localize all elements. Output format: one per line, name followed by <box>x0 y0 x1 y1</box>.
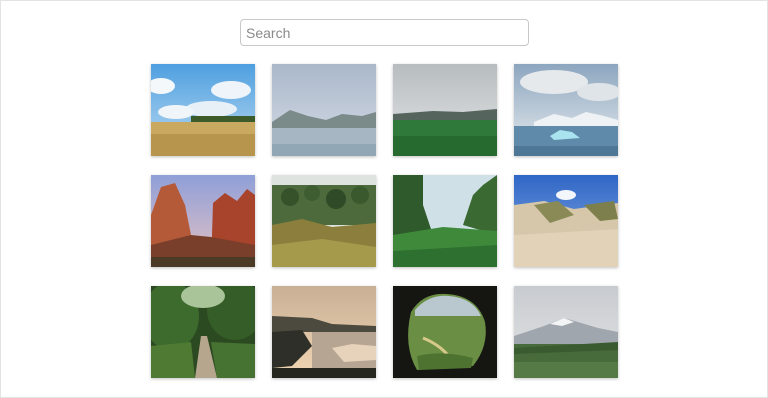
photo-gallery <box>151 64 618 378</box>
photo-cave-view-valley-image <box>393 286 497 378</box>
photo-tile[interactable] <box>514 175 618 267</box>
photo-red-canyon-cliffs-image <box>151 175 255 267</box>
photo-tile[interactable] <box>393 64 497 156</box>
photo-tile[interactable] <box>151 286 255 378</box>
photo-tile[interactable] <box>151 64 255 156</box>
photo-forest-hillside-image <box>272 175 376 267</box>
photo-glacier-icebergs-image <box>514 64 618 156</box>
photo-tile[interactable] <box>393 175 497 267</box>
photo-tile[interactable] <box>272 286 376 378</box>
photo-forest-path-image <box>151 286 255 378</box>
photo-lake-misty-hills-image <box>272 64 376 156</box>
photo-tile[interactable] <box>393 286 497 378</box>
photo-tile[interactable] <box>151 175 255 267</box>
photo-sand-dunes-grass-image <box>514 175 618 267</box>
photo-green-valley-rocks-image <box>393 175 497 267</box>
photo-tile[interactable] <box>272 175 376 267</box>
photo-tile[interactable] <box>514 286 618 378</box>
photo-field-blue-sky-image <box>151 64 255 156</box>
photo-green-meadow-coast-image <box>393 64 497 156</box>
search-input[interactable] <box>240 19 529 46</box>
photo-tile[interactable] <box>514 64 618 156</box>
photo-snowy-mountain-field-image <box>514 286 618 378</box>
photo-tile[interactable] <box>272 64 376 156</box>
photo-sunset-coastline-image <box>272 286 376 378</box>
